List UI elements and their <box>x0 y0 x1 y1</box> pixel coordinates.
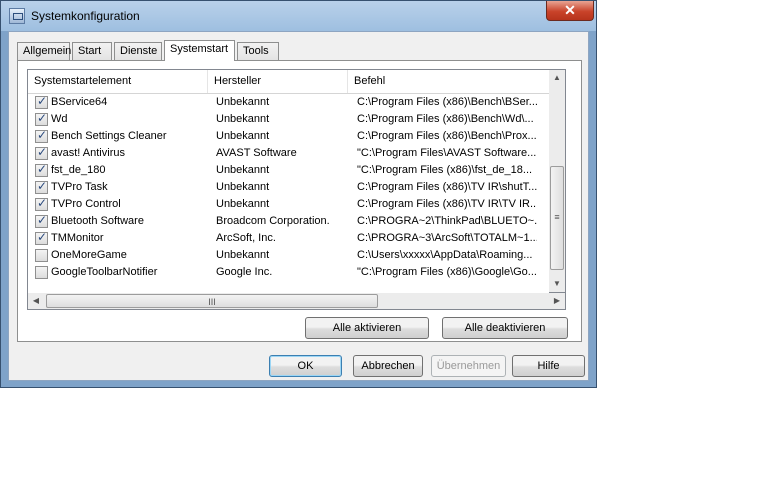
ok-button[interactable]: OK <box>269 355 342 377</box>
list-item[interactable]: GoogleToolbarNotifier Google Inc. "C:\Prog… <box>28 264 549 281</box>
checkmark-icon: ✓ <box>37 94 48 108</box>
startup-item-name: GoogleToolbarNotifier <box>51 266 158 278</box>
startup-item-command: "C:\Program Files\AVAST Software... <box>357 147 537 159</box>
startup-item-checkbox[interactable]: ✓ <box>35 213 48 228</box>
list-header: Systemstartelement Hersteller Befehl <box>28 70 549 94</box>
startup-item-vendor: Unbekannt <box>216 96 270 108</box>
startup-item-vendor: Unbekannt <box>216 249 270 261</box>
horizontal-scrollbar[interactable]: ◀ III ▶ <box>27 293 566 310</box>
startup-item-checkbox[interactable]: ✓ <box>35 145 48 160</box>
list-item[interactable]: ✓ avast! Antivirus AVAST Software "C:\Progr… <box>28 145 549 162</box>
vertical-scroll-thumb[interactable]: ≡ <box>550 166 564 270</box>
list-item[interactable]: ✓ TVPro Task Unbekannt C:\Program Files (x8… <box>28 179 549 196</box>
checkmark-icon: ✓ <box>37 213 48 227</box>
scroll-left-icon[interactable]: ◀ <box>28 293 44 309</box>
startup-item-checkbox[interactable]: ✓ <box>35 128 48 143</box>
startup-item-vendor: AVAST Software <box>216 147 297 159</box>
list-item[interactable]: ✓ Bluetooth Software Broadcom Corporation.… <box>28 213 549 230</box>
startup-item-checkbox[interactable]: ✓ <box>35 179 48 194</box>
startup-item-command: C:\Program Files (x86)\Bench\BSer... <box>357 96 537 108</box>
startup-item-vendor: ArcSoft, Inc. <box>216 232 276 244</box>
startup-item-name: TVPro Task <box>51 181 108 193</box>
startup-item-command: C:\Users\xxxxx\AppData\Roaming... <box>357 249 533 261</box>
checkmark-icon: ✓ <box>37 230 48 244</box>
scroll-up-icon[interactable]: ▲ <box>549 70 565 86</box>
horizontal-grip-icon: III <box>208 297 216 307</box>
tab-start[interactable]: Start <box>72 42 112 60</box>
startup-item-command: C:\Program Files (x86)\Bench\Wd\... <box>357 113 534 125</box>
startup-item-command: C:\PROGRA~2\ThinkPad\BLUETO~... <box>357 215 537 227</box>
startup-item-command: "C:\Program Files (x86)\fst_de_18... <box>357 164 533 176</box>
startup-item-name: TVPro Control <box>51 198 121 210</box>
startup-item-name: Wd <box>51 113 68 125</box>
system-configuration-window: Systemkonfiguration ✕ Allgemein Start Di… <box>0 0 597 388</box>
list-item[interactable]: ✓ Bench Settings Cleaner Unbekannt C:\Progr… <box>28 128 549 145</box>
startup-item-checkbox[interactable]: ✓ <box>35 196 48 211</box>
list-item[interactable]: ✓ TVPro Control Unbekannt C:\Program Files … <box>28 196 549 213</box>
checkmark-icon: ✓ <box>37 111 48 125</box>
dialog-client-area: Allgemein Start Dienste Systemstart Tool… <box>8 31 589 381</box>
vertical-scrollbar[interactable]: ▲ ≡ ▼ <box>549 69 566 293</box>
startup-item-command: C:\Program Files (x86)\TV IR\shutT... <box>357 181 537 193</box>
checkmark-icon: ✓ <box>37 196 48 210</box>
list-item[interactable]: ✓ Wd Unbekannt C:\Program Files (x86)\Bench… <box>28 111 549 128</box>
title-bar[interactable]: Systemkonfiguration ✕ <box>1 1 596 31</box>
startup-item-name: Bench Settings Cleaner <box>51 130 167 142</box>
help-button[interactable]: Hilfe <box>512 355 585 377</box>
checkmark-icon: ✓ <box>37 128 48 142</box>
msconfig-app-icon <box>9 8 25 24</box>
checkmark-icon: ✓ <box>37 162 48 176</box>
startup-item-name: TMMonitor <box>51 232 104 244</box>
vertical-grip-icon: ≡ <box>554 212 560 222</box>
tab-tools[interactable]: Tools <box>237 42 279 60</box>
startup-item-command: "C:\Program Files (x86)\Google\Go... <box>357 266 537 278</box>
disable-all-button[interactable]: Alle deaktivieren <box>442 317 568 339</box>
checkmark-icon: ✓ <box>37 145 48 159</box>
startup-item-vendor: Unbekannt <box>216 181 270 193</box>
list-item[interactable]: ✓ TMMonitor ArcSoft, Inc. C:\PROGRA~3\ArcSo… <box>28 230 549 247</box>
cancel-button[interactable]: Abbrechen <box>353 355 423 377</box>
tab-allgemein[interactable]: Allgemein <box>17 42 71 60</box>
column-header-befehl[interactable]: Befehl <box>348 70 549 93</box>
list-item[interactable]: ✓ fst_de_180 Unbekannt "C:\Program Files (x… <box>28 162 549 179</box>
startup-item-name: OneMoreGame <box>51 249 127 261</box>
startup-item-name: fst_de_180 <box>51 164 106 176</box>
startup-item-command: C:\Program Files (x86)\TV IR\TV IR... <box>357 198 537 210</box>
horizontal-scroll-thumb[interactable]: III <box>46 294 378 308</box>
startup-item-name: avast! Antivirus <box>51 147 125 159</box>
column-header-hersteller[interactable]: Hersteller <box>208 70 348 93</box>
startup-item-checkbox[interactable]: ✓ <box>35 94 48 109</box>
startup-item-checkbox[interactable]: ✓ <box>35 162 48 177</box>
startup-item-vendor: Unbekannt <box>216 113 270 125</box>
startup-item-name: BService64 <box>51 96 108 108</box>
startup-item-command: C:\Program Files (x86)\Bench\Prox... <box>357 130 537 142</box>
startup-item-vendor: Broadcom Corporation. <box>216 215 330 227</box>
enable-all-button[interactable]: Alle aktivieren <box>305 317 429 339</box>
startup-item-checkbox[interactable]: ✓ <box>35 230 48 245</box>
scroll-down-icon[interactable]: ▼ <box>549 276 565 292</box>
startup-item-name: Bluetooth Software <box>51 215 144 227</box>
list-item[interactable]: ✓ BService64 Unbekannt C:\Program Files (x8… <box>28 94 549 111</box>
startup-item-checkbox[interactable]: ✓ <box>35 111 48 126</box>
window-title: Systemkonfiguration <box>31 9 140 23</box>
close-button[interactable]: ✕ <box>546 1 594 21</box>
startup-items-list[interactable]: Systemstartelement Hersteller Befehl ✓ BS… <box>27 69 550 310</box>
systemstart-panel: Systemstartelement Hersteller Befehl ✓ BS… <box>17 60 582 342</box>
startup-item-vendor: Unbekannt <box>216 198 270 210</box>
scroll-right-icon[interactable]: ▶ <box>549 293 565 309</box>
startup-item-checkbox[interactable] <box>35 249 48 262</box>
column-header-systemstartelement[interactable]: Systemstartelement <box>28 70 208 93</box>
startup-item-vendor: Google Inc. <box>216 266 273 278</box>
list-item[interactable]: OneMoreGame Unbekannt C:\Users\xxxxx\AppDa… <box>28 247 549 264</box>
tab-dienste[interactable]: Dienste <box>114 42 162 60</box>
checkmark-icon: ✓ <box>37 179 48 193</box>
startup-item-vendor: Unbekannt <box>216 130 270 142</box>
startup-item-command: C:\PROGRA~3\ArcSoft\TOTALM~1... <box>357 232 537 244</box>
list-rows: ✓ BService64 Unbekannt C:\Program Files (x8… <box>28 94 549 281</box>
startup-item-vendor: Unbekannt <box>216 164 270 176</box>
apply-button[interactable]: Übernehmen <box>431 355 506 377</box>
startup-item-checkbox[interactable] <box>35 266 48 279</box>
tab-systemstart[interactable]: Systemstart <box>164 40 235 61</box>
